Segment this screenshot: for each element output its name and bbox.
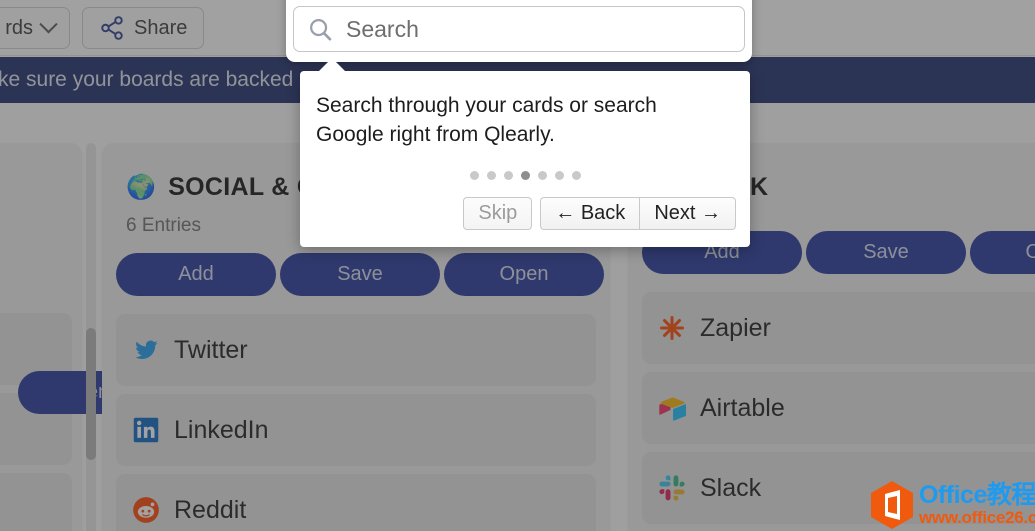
column-add-button[interactable]: Add bbox=[116, 253, 276, 296]
board-scrollbar[interactable] bbox=[86, 143, 96, 531]
watermark-text: Office教程网 www.office26.com bbox=[919, 482, 1035, 526]
search-input[interactable] bbox=[346, 15, 726, 43]
list-item[interactable]: Twitter bbox=[116, 314, 596, 386]
airtable-icon bbox=[659, 397, 686, 421]
share-button-label: Share bbox=[134, 16, 188, 39]
tooltip-arrow-icon bbox=[318, 58, 346, 72]
step-dot[interactable] bbox=[503, 171, 513, 181]
step-dot[interactable] bbox=[486, 171, 496, 181]
watermark-title: Office教程网 bbox=[919, 481, 1035, 510]
column-open-button[interactable]: Open bbox=[970, 231, 1035, 274]
board-column-partial: en bbox=[0, 143, 178, 531]
office-logo-icon bbox=[871, 480, 913, 529]
step-dot[interactable] bbox=[571, 171, 581, 181]
zapier-icon bbox=[659, 315, 685, 341]
step-dot-active[interactable] bbox=[520, 171, 530, 181]
column-open-button[interactable]: Open bbox=[444, 253, 604, 296]
card-title: Twitter bbox=[174, 335, 248, 364]
card-title: Slack bbox=[700, 473, 762, 502]
chevron-down-icon bbox=[39, 14, 58, 33]
step-dot[interactable] bbox=[469, 171, 479, 181]
list-item[interactable]: Airtable bbox=[642, 372, 1035, 444]
share-button[interactable]: Share bbox=[82, 7, 205, 49]
tooltip-action-row: Skip ← Back Next → bbox=[300, 180, 750, 231]
card-title: Reddit bbox=[174, 495, 247, 524]
back-button[interactable]: ← Back bbox=[540, 197, 640, 231]
linkedin-icon bbox=[133, 417, 159, 443]
search-icon bbox=[310, 18, 332, 41]
card-title: Airtable bbox=[700, 393, 785, 422]
share-nodes-icon bbox=[101, 16, 123, 40]
boards-dropdown-button[interactable]: rds bbox=[0, 7, 70, 49]
skip-button[interactable]: Skip bbox=[463, 197, 533, 231]
step-dot[interactable] bbox=[537, 171, 547, 181]
step-dot[interactable] bbox=[554, 171, 564, 181]
earth-globe-icon: 🌍 bbox=[126, 173, 157, 201]
column-save-button[interactable]: Save bbox=[806, 231, 966, 274]
app-root: rds Share ke sure your boards are backed… bbox=[0, 0, 1035, 531]
watermark: Office教程网 www.office26.com bbox=[865, 478, 1035, 531]
slack-icon bbox=[659, 475, 685, 501]
twitter-icon bbox=[135, 340, 158, 359]
list-item[interactable]: Reddit bbox=[116, 474, 596, 531]
tooltip-nav-group: ← Back Next → bbox=[540, 197, 736, 231]
column-card-list: Twitter LinkedIn Reddit bbox=[102, 296, 610, 531]
onboarding-tooltip: Search through your cards or search Goog… bbox=[300, 58, 750, 247]
list-item[interactable]: Zapier bbox=[642, 292, 1035, 364]
next-button[interactable]: Next → bbox=[639, 197, 736, 231]
list-item[interactable] bbox=[0, 473, 72, 531]
column-card-list bbox=[0, 143, 82, 531]
list-item[interactable]: LinkedIn bbox=[116, 394, 596, 466]
card-title: LinkedIn bbox=[174, 415, 269, 444]
tooltip-step-dots bbox=[300, 171, 750, 181]
reddit-icon bbox=[133, 497, 159, 523]
search-field-wrapper[interactable] bbox=[293, 6, 745, 52]
card-title: Zapier bbox=[700, 313, 771, 342]
tooltip-body-text: Search through your cards or search Goog… bbox=[316, 94, 657, 146]
column-save-button[interactable]: Save bbox=[280, 253, 440, 296]
watermark-url: www.office26.com bbox=[919, 507, 1035, 527]
scrollbar-thumb[interactable] bbox=[86, 328, 96, 460]
banner-text: ke sure your boards are backed u bbox=[0, 68, 311, 91]
boards-dropdown-label: rds bbox=[5, 16, 33, 39]
search-spotlight bbox=[286, 0, 752, 62]
